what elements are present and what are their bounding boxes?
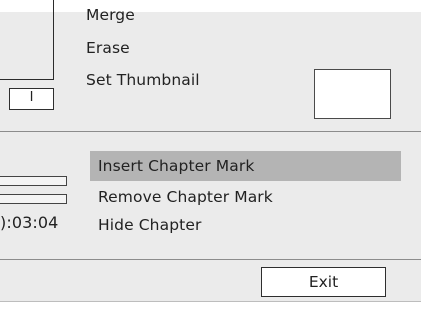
divider-footer: [0, 301, 421, 302]
preview-counter-box: I: [9, 88, 54, 110]
menu-item-insert-chapter-mark[interactable]: Insert Chapter Mark: [98, 156, 254, 176]
timecode: ):03:04: [0, 213, 59, 232]
preview-counter: I: [29, 90, 34, 105]
divider-top: [0, 131, 421, 132]
thumbnail-preview: [314, 69, 391, 119]
divider-bottom: [0, 259, 421, 260]
progress-bar-2: [0, 194, 67, 204]
menu-item-hide-chapter[interactable]: Hide Chapter: [98, 215, 201, 235]
menu-item-merge[interactable]: Merge: [86, 5, 135, 25]
preview-frame: [0, 0, 54, 80]
menu-item-remove-chapter-mark[interactable]: Remove Chapter Mark: [98, 187, 273, 207]
menu-item-set-thumbnail[interactable]: Set Thumbnail: [86, 70, 200, 90]
exit-button[interactable]: Exit: [261, 267, 386, 297]
menu-item-erase[interactable]: Erase: [86, 38, 130, 58]
progress-bar-1: [0, 176, 67, 186]
